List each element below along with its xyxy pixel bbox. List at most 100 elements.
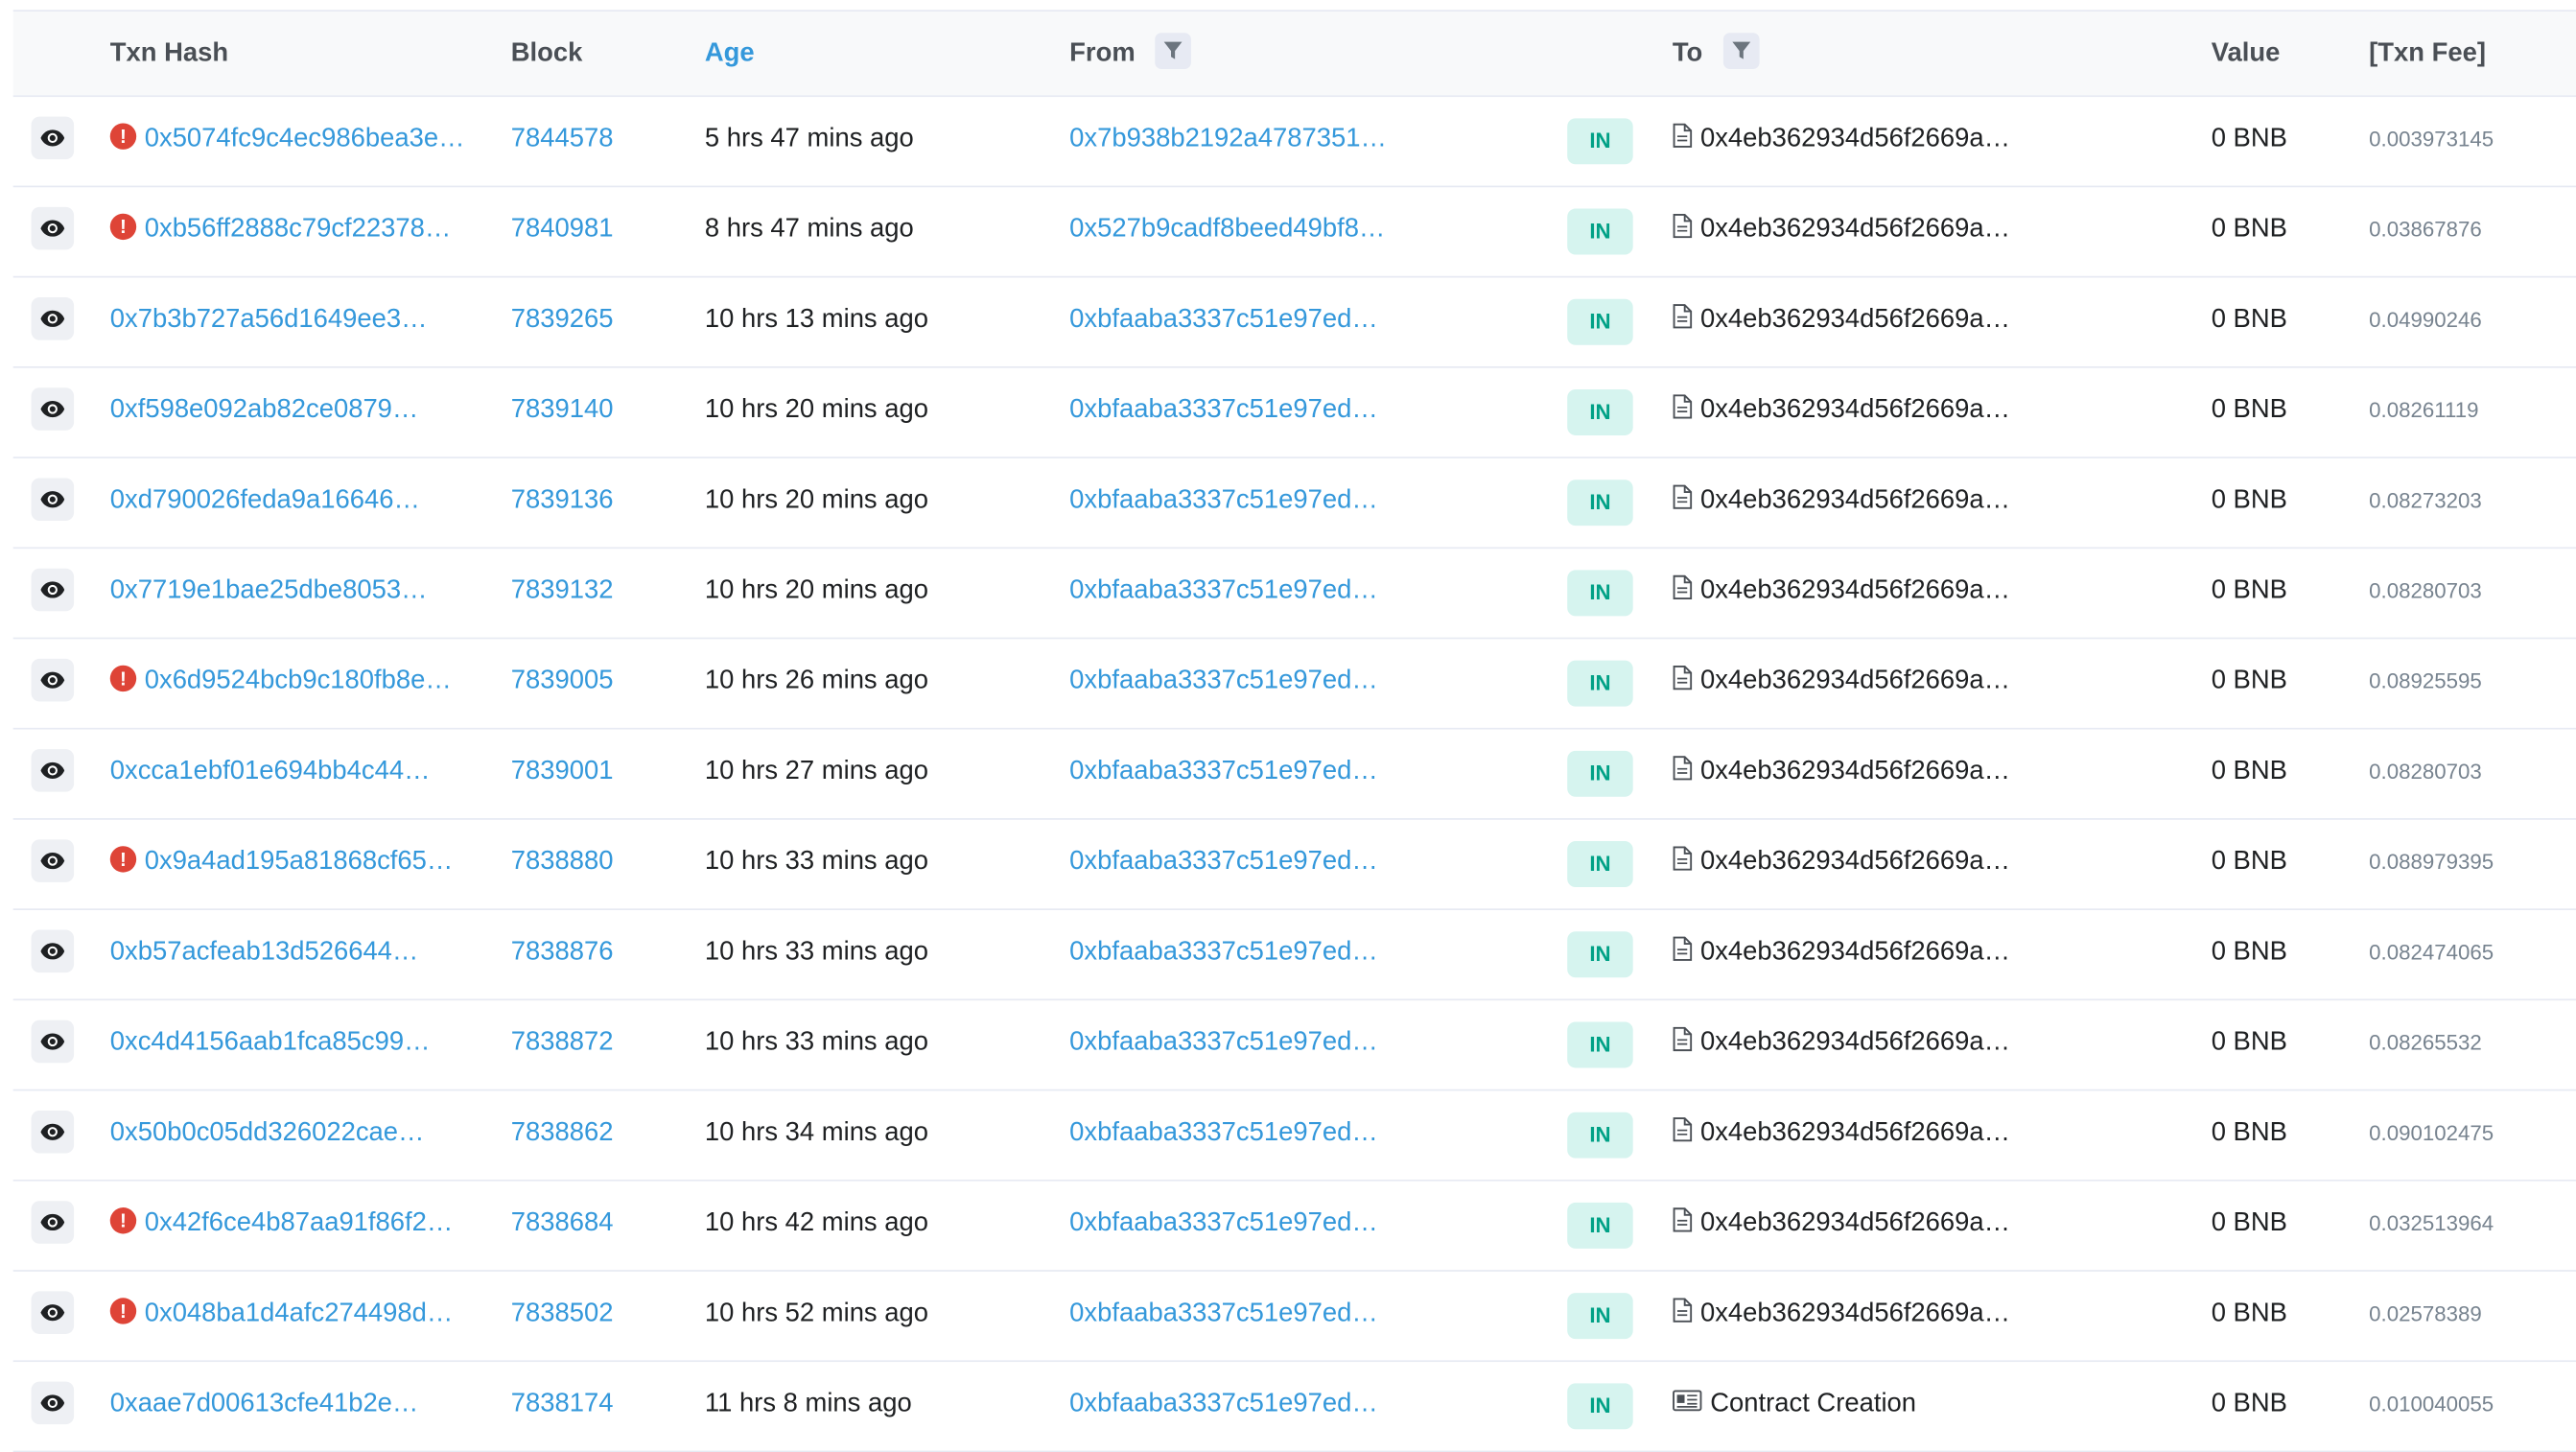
view-details-button[interactable] bbox=[31, 1291, 75, 1334]
txn-hash-link[interactable]: 0xb57acfeab13d526644… bbox=[110, 910, 419, 995]
value-cell: 0 BNB bbox=[2211, 847, 2287, 877]
from-cell: 0xbfaaba3337c51e97ed… bbox=[1069, 730, 1378, 819]
view-details-button[interactable] bbox=[31, 387, 75, 431]
txn-hash-cell: ! 0x42f6ce4b87aa91f86f2… bbox=[109, 1182, 454, 1271]
block-link[interactable]: 7839136 bbox=[511, 486, 614, 514]
error-circle-icon: ! bbox=[109, 214, 137, 241]
view-details-button[interactable] bbox=[31, 839, 75, 882]
header-txn-fee[interactable]: [Txn Fee] bbox=[2369, 12, 2486, 95]
txn-hash-link[interactable]: 0x5074fc9c4ec986bea3e… bbox=[145, 97, 465, 182]
direction-badge: IN bbox=[1567, 118, 1633, 165]
view-details-button[interactable] bbox=[31, 1019, 75, 1064]
table-row: ! 0x9a4ad195a81868cf65… 7838880 10 hrs 33… bbox=[12, 820, 2576, 911]
from-address-link[interactable]: 0xbfaaba3337c51e97ed… bbox=[1069, 1119, 1378, 1147]
to-address[interactable]: 0x4eb362934d56f2669a… bbox=[1700, 938, 2010, 966]
block-link[interactable]: 7838174 bbox=[511, 1390, 614, 1417]
from-filter-button[interactable] bbox=[1156, 32, 1192, 69]
block-link[interactable]: 7839001 bbox=[511, 758, 614, 785]
txn-hash-link[interactable]: 0x7b3b727a56d1649ee3… bbox=[110, 277, 428, 363]
header-age[interactable]: Age bbox=[705, 12, 755, 95]
table-row: ! 0xb56ff2888c79cf22378… 7840981 8 hrs 47… bbox=[12, 187, 2576, 278]
header-block: Block bbox=[510, 39, 583, 68]
block-link[interactable]: 7838684 bbox=[511, 1209, 614, 1237]
table-header: Txn Hash Block Age From To Value [Txn Fe… bbox=[12, 11, 2576, 98]
to-address[interactable]: 0x4eb362934d56f2669a… bbox=[1700, 758, 2010, 785]
block-link[interactable]: 7838862 bbox=[511, 1119, 614, 1147]
to-address[interactable]: 0x4eb362934d56f2669a… bbox=[1700, 1119, 2010, 1147]
from-address-link[interactable]: 0xbfaaba3337c51e97ed… bbox=[1069, 938, 1378, 966]
to-address[interactable]: 0x4eb362934d56f2669a… bbox=[1700, 396, 2010, 424]
filter-icon bbox=[1164, 41, 1183, 59]
block-link[interactable]: 7839265 bbox=[511, 306, 614, 334]
txn-hash-link[interactable]: 0xf598e092ab82ce0879… bbox=[110, 368, 419, 454]
from-address-link[interactable]: 0xbfaaba3337c51e97ed… bbox=[1069, 576, 1378, 604]
to-address[interactable]: 0x4eb362934d56f2669a… bbox=[1700, 1300, 2010, 1327]
document-icon bbox=[1673, 575, 1693, 600]
block-link[interactable]: 7840981 bbox=[511, 215, 614, 243]
view-details-button[interactable] bbox=[31, 929, 75, 973]
block-link[interactable]: 7844578 bbox=[511, 125, 614, 152]
txn-hash-link[interactable]: 0x6d9524bcb9c180fb8e… bbox=[145, 639, 452, 724]
block-cell: 7838174 bbox=[511, 1362, 614, 1451]
txn-hash-cell: 0x7b3b727a56d1649ee3… bbox=[110, 277, 428, 366]
block-link[interactable]: 7839140 bbox=[511, 396, 614, 424]
view-details-button[interactable] bbox=[31, 568, 75, 612]
to-cell: 0x4eb362934d56f2669a… bbox=[1673, 458, 2010, 548]
block-link[interactable]: 7838880 bbox=[511, 848, 614, 876]
view-details-button[interactable] bbox=[31, 206, 75, 250]
block-link[interactable]: 7838502 bbox=[511, 1300, 614, 1327]
from-address-link[interactable]: 0xbfaaba3337c51e97ed… bbox=[1069, 486, 1378, 514]
from-address-link[interactable]: 0x527b9cadf8beed49bf8… bbox=[1069, 215, 1385, 243]
to-cell: 0x4eb362934d56f2669a… bbox=[1673, 1090, 2010, 1180]
to-address[interactable]: 0x4eb362934d56f2669a… bbox=[1700, 125, 2010, 152]
from-address-link[interactable]: 0xbfaaba3337c51e97ed… bbox=[1069, 1209, 1378, 1237]
from-address-link[interactable]: 0x7b938b2192a4787351… bbox=[1069, 125, 1387, 152]
to-filter-button[interactable] bbox=[1722, 32, 1760, 69]
table-row: 0x50b0c05dd326022cae… 7838862 10 hrs 34 … bbox=[12, 1090, 2576, 1182]
txn-hash-link[interactable]: 0xb56ff2888c79cf22378… bbox=[145, 187, 452, 272]
to-address[interactable]: 0x4eb362934d56f2669a… bbox=[1700, 667, 2010, 694]
txn-hash-link[interactable]: 0x7719e1bae25dbe8053… bbox=[110, 549, 428, 634]
to-address[interactable]: 0x4eb362934d56f2669a… bbox=[1700, 215, 2010, 243]
block-link[interactable]: 7839005 bbox=[511, 667, 614, 694]
header-to-label: To bbox=[1672, 39, 1703, 68]
to-address[interactable]: 0x4eb362934d56f2669a… bbox=[1700, 1028, 2010, 1056]
from-address-link[interactable]: 0xbfaaba3337c51e97ed… bbox=[1069, 667, 1378, 694]
from-address-link[interactable]: 0xbfaaba3337c51e97ed… bbox=[1069, 848, 1378, 876]
block-link[interactable]: 7838876 bbox=[511, 938, 614, 966]
to-address[interactable]: 0x4eb362934d56f2669a… bbox=[1700, 576, 2010, 604]
to-address[interactable]: 0x4eb362934d56f2669a… bbox=[1700, 306, 2010, 334]
to-address[interactable]: 0x4eb362934d56f2669a… bbox=[1700, 848, 2010, 876]
txn-hash-link[interactable]: 0xd790026feda9a16646… bbox=[110, 458, 420, 544]
from-cell: 0xbfaaba3337c51e97ed… bbox=[1069, 1272, 1378, 1361]
to-address[interactable]: 0x4eb362934d56f2669a… bbox=[1700, 486, 2010, 514]
from-address-link[interactable]: 0xbfaaba3337c51e97ed… bbox=[1069, 1390, 1378, 1417]
view-details-button[interactable] bbox=[31, 749, 75, 792]
view-details-button[interactable] bbox=[31, 116, 75, 160]
table-row: 0xf598e092ab82ce0879… 7839140 10 hrs 20 … bbox=[12, 368, 2576, 458]
txn-hash-link[interactable]: 0x42f6ce4b87aa91f86f2… bbox=[145, 1182, 454, 1267]
view-details-button[interactable] bbox=[31, 658, 75, 702]
to-address[interactable]: 0x4eb362934d56f2669a… bbox=[1700, 1209, 2010, 1237]
block-link[interactable]: 7838872 bbox=[511, 1028, 614, 1056]
view-details-button[interactable] bbox=[31, 297, 75, 340]
txn-hash-link[interactable]: 0x048ba1d4afc274498d… bbox=[145, 1272, 454, 1357]
txn-hash-link[interactable]: 0xcca1ebf01e694bb4c44… bbox=[110, 730, 431, 815]
from-address-link[interactable]: 0xbfaaba3337c51e97ed… bbox=[1069, 306, 1378, 334]
from-address-link[interactable]: 0xbfaaba3337c51e97ed… bbox=[1069, 758, 1378, 785]
value-cell: 0 BNB bbox=[2211, 576, 2287, 605]
view-details-button[interactable] bbox=[31, 1381, 75, 1425]
view-details-button[interactable] bbox=[31, 1201, 75, 1244]
block-link[interactable]: 7839132 bbox=[511, 576, 614, 604]
txn-hash-link[interactable]: 0xaae7d00613cfe41b2e… bbox=[110, 1362, 419, 1447]
from-address-link[interactable]: 0xbfaaba3337c51e97ed… bbox=[1069, 396, 1378, 424]
view-details-button[interactable] bbox=[31, 478, 75, 522]
value-cell: 0 BNB bbox=[2211, 1028, 2287, 1057]
from-address-link[interactable]: 0xbfaaba3337c51e97ed… bbox=[1069, 1028, 1378, 1056]
txn-hash-link[interactable]: 0x50b0c05dd326022cae… bbox=[110, 1090, 425, 1176]
txn-hash-link[interactable]: 0x9a4ad195a81868cf65… bbox=[145, 820, 454, 905]
txn-hash-link[interactable]: 0xc4d4156aab1fca85c99… bbox=[110, 1000, 431, 1086]
from-address-link[interactable]: 0xbfaaba3337c51e97ed… bbox=[1069, 1300, 1378, 1327]
table-row: 0x7b3b727a56d1649ee3… 7839265 10 hrs 13 … bbox=[12, 277, 2576, 368]
view-details-button[interactable] bbox=[31, 1110, 75, 1154]
